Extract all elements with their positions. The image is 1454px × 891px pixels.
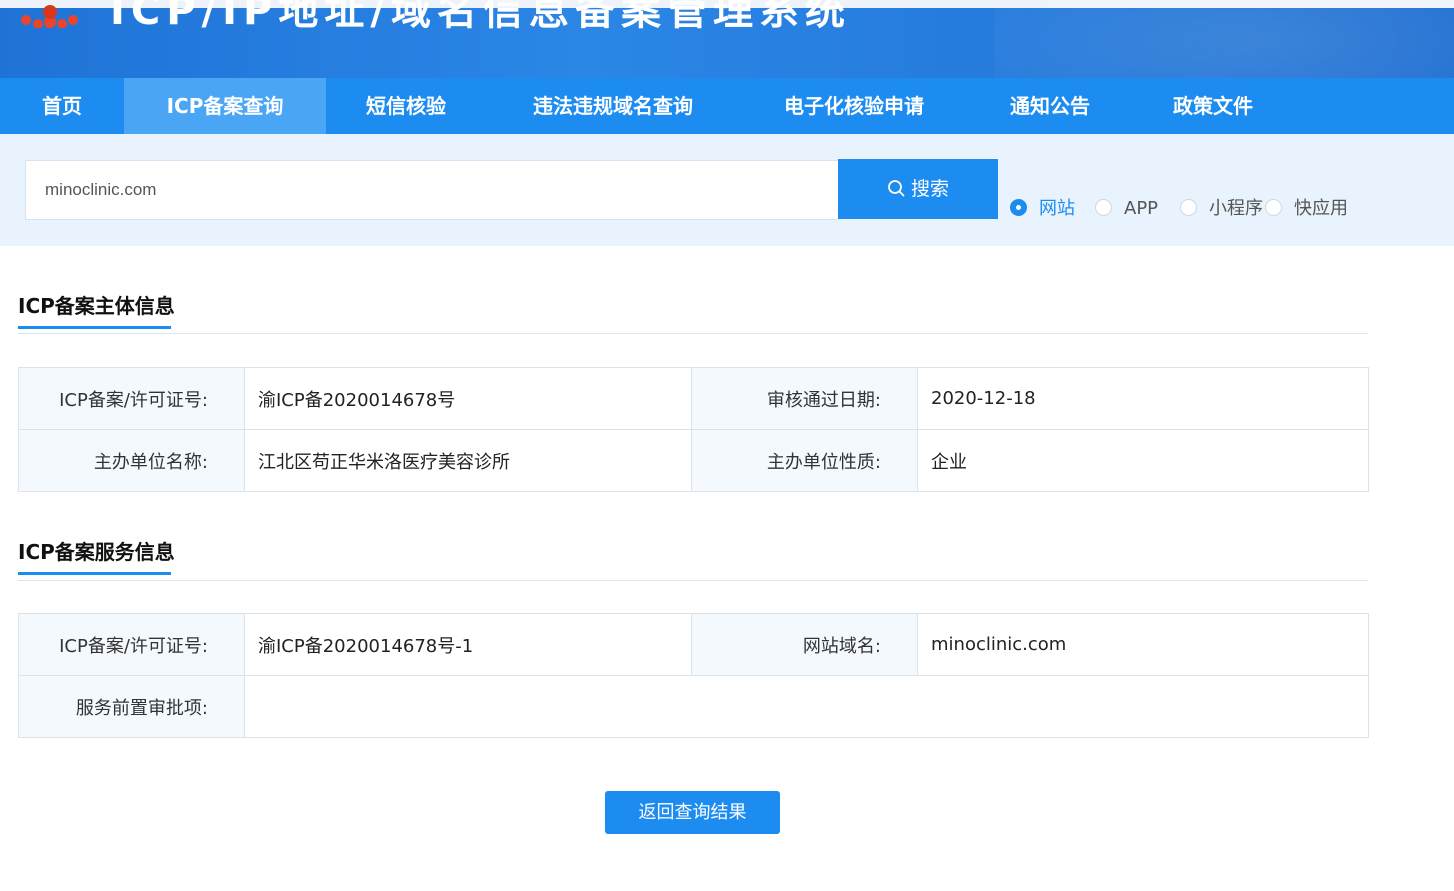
field-value: 渝ICP备2020014678号 xyxy=(244,367,692,430)
back-to-results-button[interactable]: 返回查询结果 xyxy=(605,791,780,834)
header-banner: ICP/IP地址/域名信息备案管理系统 xyxy=(0,0,1454,78)
search-input[interactable] xyxy=(25,160,839,220)
system-title: ICP/IP地址/域名信息备案管理系统 xyxy=(110,0,851,34)
section-title-underline xyxy=(18,326,171,329)
radio-app[interactable]: APP xyxy=(1095,198,1158,220)
radio-circle xyxy=(1010,199,1027,216)
section-title-text: ICP备案主体信息 xyxy=(18,294,175,318)
section-title-text: ICP备案服务信息 xyxy=(18,540,175,564)
field-label: 主办单位性质: xyxy=(691,429,918,492)
subject-info-table: ICP备案/许可证号: 渝ICP备2020014678号 审核通过日期: 202… xyxy=(18,367,1369,492)
search-icon xyxy=(888,179,905,196)
section-title-subject: ICP备案主体信息 xyxy=(18,290,175,329)
service-info-table: ICP备案/许可证号: 渝ICP备2020014678号-1 网站域名: min… xyxy=(18,613,1369,738)
search-button-label: 搜索 xyxy=(910,178,949,200)
field-label: ICP备案/许可证号: xyxy=(18,613,245,676)
field-value: 2020-12-18 xyxy=(917,367,1369,430)
radio-quick-app[interactable]: 快应用 xyxy=(1265,198,1348,220)
nav-item-sms-verify[interactable]: 短信核验 xyxy=(326,78,486,134)
section-divider xyxy=(18,580,1368,581)
field-value xyxy=(244,675,1369,738)
field-label: 网站域名: xyxy=(691,613,918,676)
banner-decoration xyxy=(994,0,1454,78)
field-label: 服务前置审批项: xyxy=(18,675,245,738)
table-row: 主办单位名称: 江北区苟正华米洛医疗美容诊所 主办单位性质: 企业 xyxy=(18,429,1369,492)
table-row: ICP备案/许可证号: 渝ICP备2020014678号-1 网站域名: min… xyxy=(18,613,1369,676)
radio-label: 网站 xyxy=(1039,198,1075,219)
nav-item-home[interactable]: 首页 xyxy=(0,78,124,134)
field-value: 企业 xyxy=(917,429,1369,492)
main-nav: 首页 ICP备案查询 短信核验 违法违规域名查询 电子化核验申请 通知公告 政策… xyxy=(0,78,1454,134)
field-label: 主办单位名称: xyxy=(18,429,245,492)
field-value: 江北区苟正华米洛医疗美容诊所 xyxy=(244,429,692,492)
radio-website[interactable]: 网站 xyxy=(1010,198,1075,220)
radio-label: 快应用 xyxy=(1294,198,1348,219)
radio-circle xyxy=(1180,199,1197,216)
radio-mini-program[interactable]: 小程序 xyxy=(1180,198,1263,220)
radio-circle xyxy=(1095,199,1112,216)
field-label: 审核通过日期: xyxy=(691,367,918,430)
section-divider xyxy=(18,333,1368,334)
table-row: 服务前置审批项: xyxy=(18,675,1369,738)
radio-label: APP xyxy=(1124,198,1159,219)
field-label: ICP备案/许可证号: xyxy=(18,367,245,430)
radio-circle xyxy=(1265,199,1282,216)
search-area: 搜索 网站 APP 小程序 快应用 xyxy=(0,134,1454,246)
field-value: minoclinic.com xyxy=(917,613,1369,676)
nav-item-policy[interactable]: 政策文件 xyxy=(1132,78,1294,134)
section-title-service: ICP备案服务信息 xyxy=(18,536,175,575)
section-title-underline xyxy=(18,572,171,575)
field-value: 渝ICP备2020014678号-1 xyxy=(244,613,692,676)
radio-label: 小程序 xyxy=(1209,198,1263,219)
search-button[interactable]: 搜索 xyxy=(838,159,998,219)
nav-item-icp-query[interactable]: ICP备案查询 xyxy=(124,78,326,134)
nav-item-e-verify[interactable]: 电子化核验申请 xyxy=(740,78,968,134)
nav-item-notices[interactable]: 通知公告 xyxy=(968,78,1132,134)
national-emblem-icon xyxy=(21,5,78,28)
nav-item-illegal-domain[interactable]: 违法违规域名查询 xyxy=(486,78,740,134)
table-row: ICP备案/许可证号: 渝ICP备2020014678号 审核通过日期: 202… xyxy=(18,367,1369,430)
